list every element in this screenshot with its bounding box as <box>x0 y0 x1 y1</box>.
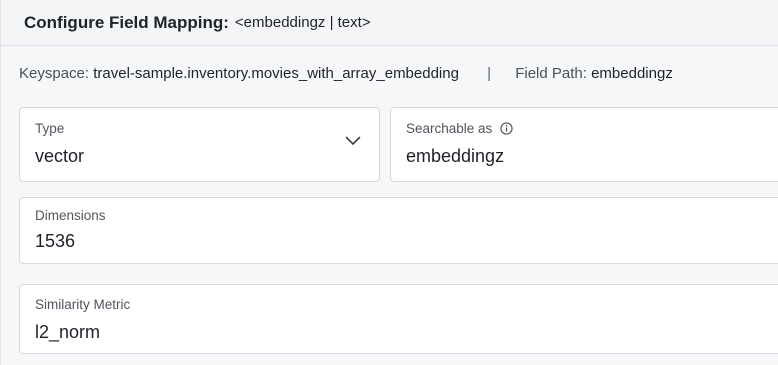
type-value: vector <box>35 146 85 166</box>
searchable-as-label-text: Searchable as <box>406 121 493 136</box>
similarity-metric-value[interactable]: l2_norm <box>35 322 100 343</box>
dimensions-field[interactable]: Dimensions 1536 <box>19 197 778 264</box>
similarity-metric-label: Similarity Metric <box>35 297 131 312</box>
searchable-as-field[interactable]: Searchable as embeddingz <box>390 107 778 182</box>
dimensions-label: Dimensions <box>35 208 106 223</box>
dimensions-value[interactable]: 1536 <box>35 231 75 252</box>
field-path-label: Field Path: <box>515 65 587 82</box>
type-label: Type <box>35 121 65 136</box>
searchable-as-label: Searchable as <box>406 121 513 136</box>
keyspace-label: Keyspace: <box>19 65 90 82</box>
field-path-value: embeddingz <box>591 65 673 82</box>
chevron-down-icon[interactable] <box>345 136 361 146</box>
panel-title: Configure Field Mapping: <box>24 12 229 32</box>
info-separator: | <box>487 65 492 82</box>
mapping-info-line: Keyspace: travel-sample.inventory.movies… <box>19 65 673 82</box>
type-select[interactable]: Type vector <box>19 107 380 182</box>
panel-body: Keyspace: travel-sample.inventory.movies… <box>1 46 778 365</box>
searchable-as-value[interactable]: embeddingz <box>406 146 504 167</box>
keyspace-value: travel-sample.inventory.movies_with_arra… <box>93 65 459 82</box>
field-mapping-panel: Configure Field Mapping: <embeddingz | t… <box>0 0 778 365</box>
info-icon[interactable] <box>500 122 513 135</box>
similarity-metric-field[interactable]: Similarity Metric l2_norm <box>19 284 778 354</box>
panel-header: Configure Field Mapping: <embeddingz | t… <box>1 0 778 46</box>
panel-subtitle: <embeddingz | text> <box>234 14 371 31</box>
